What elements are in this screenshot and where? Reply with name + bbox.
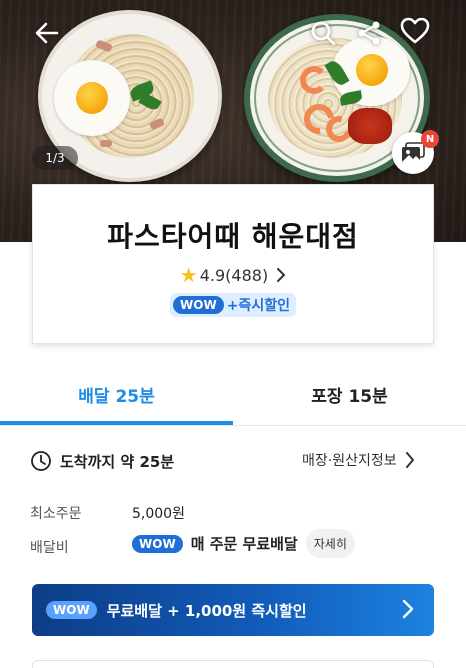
chevron-right-icon [405,452,414,468]
share-button[interactable] [352,16,386,50]
arrow-left-icon [35,22,59,44]
chevron-right-icon [402,599,414,619]
min-order-value: 5,000원 [132,506,185,522]
arrival-text: 도착까지 약 25분 [60,452,175,471]
image-counter: 1/3 [32,146,78,170]
search-button[interactable] [306,16,340,50]
wow-tag: WOW [173,296,224,314]
promo-text: 무료배달 + 1,000원 즉시할인 [106,601,307,620]
store-origin-info-link[interactable]: 매장·원산지정보 [302,450,415,470]
wow-promo-text: +즉시할인 [226,298,290,314]
order-type-tabs: 배달 25분 포장 15분 [0,364,466,426]
search-icon [311,21,336,46]
wow-pill: WOW +즉시할인 [170,293,296,317]
new-badge: N [421,130,439,148]
rating-link[interactable]: ★ 4.9(488) [33,263,433,287]
wow-tag: WOW [46,601,97,619]
star-icon: ★ [179,263,198,287]
delivery-fee-value: WOW 매 주문 무료배달 자세히 [132,529,355,558]
wow-promo-banner[interactable]: WOW 무료배달 + 1,000원 즉시할인 [32,584,434,636]
active-tab-indicator [0,421,233,425]
arrival-time: 도착까지 약 25분 [30,450,174,472]
next-section-card [32,660,434,668]
egg-yolk [356,54,388,86]
chili-sauce [348,108,392,144]
free-delivery-text: 매 주문 무료배달 [190,535,298,553]
rating-value: 4.9(488) [199,265,269,285]
chevron-right-icon [277,268,286,282]
egg-yolk [76,82,108,114]
store-info-card: 파스타어때 해운대점 ★ 4.9(488) WOW +즉시할인 [32,184,434,344]
back-button[interactable] [30,16,64,50]
wow-tag: WOW [132,534,183,553]
origin-link-label: 매장·원산지정보 [302,453,397,469]
share-icon [358,21,380,45]
min-order-label: 최소주문 [30,506,82,522]
tab-pickup[interactable]: 포장 15분 [233,364,466,425]
bacon-piece [100,140,112,147]
shrimp [300,66,328,94]
heart-icon [400,17,430,44]
store-name: 파스타어때 해운대점 [107,220,359,253]
photo-gallery-icon [402,142,425,162]
clock-icon [31,451,51,471]
fried-egg [54,60,130,136]
details-button[interactable]: 자세히 [305,529,355,558]
delivery-fee-label: 배달비 [30,540,69,556]
wow-discount-badge: WOW +즉시할인 [33,293,433,317]
tab-delivery[interactable]: 배달 25분 [0,364,233,425]
favorite-button[interactable] [398,14,432,48]
